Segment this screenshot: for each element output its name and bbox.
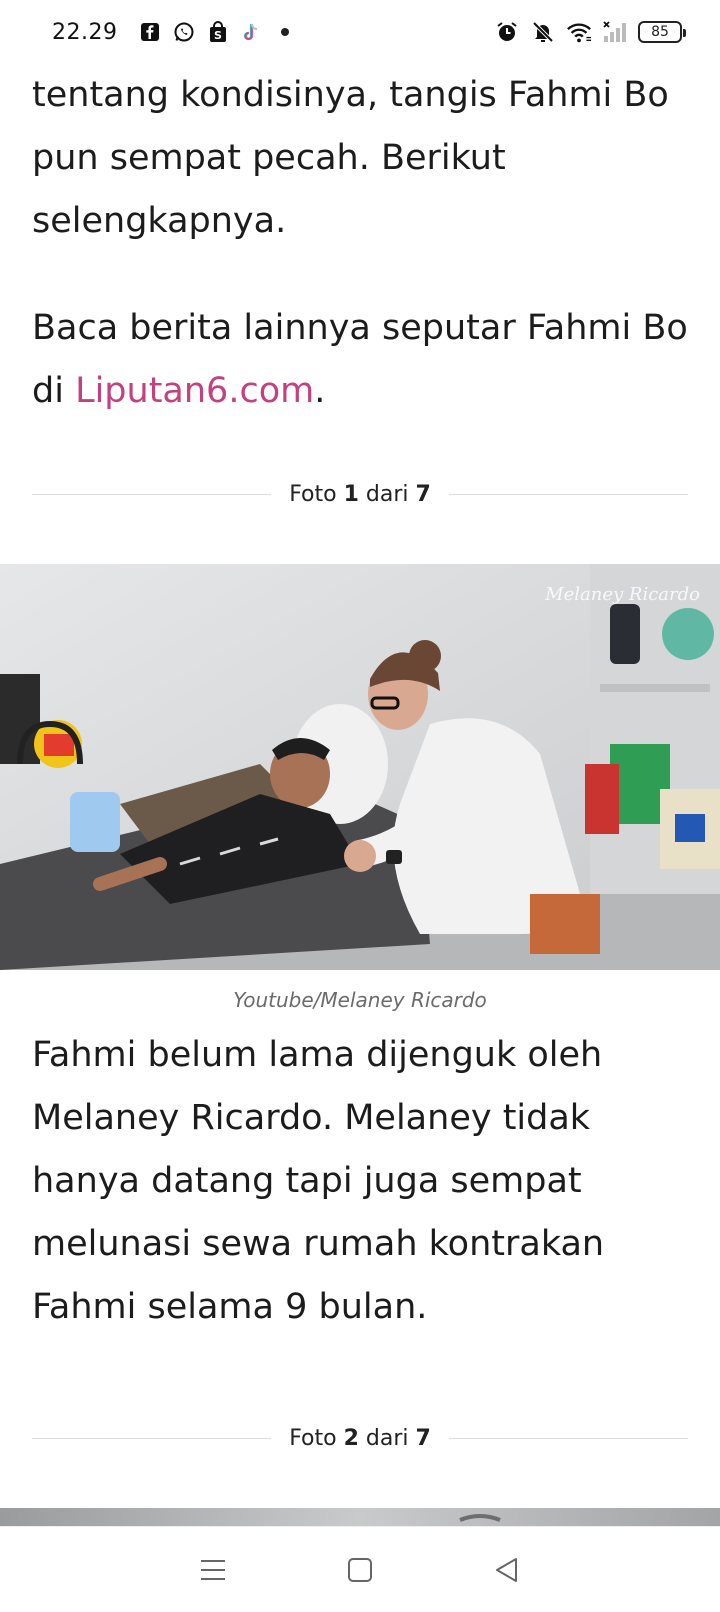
article-paragraph-1: tentang kondisinya, tangis Fahmi Bo pun … [32, 75, 669, 241]
photo-2-counter: Foto 2 dari 7 [271, 1426, 449, 1451]
photo-index: 1 [343, 482, 359, 507]
article-content: tentang kondisinya, tangis Fahmi Bo pun … [0, 64, 720, 1548]
status-time: 22.29 [52, 19, 118, 45]
photo-label-mid: dari [358, 1426, 416, 1451]
divider-line-left [32, 494, 272, 495]
photo-1-counter: Foto 1 dari 7 [271, 482, 449, 507]
photo-total: 7 [415, 1426, 431, 1451]
photo-watermark: Melaney Ricardo [544, 584, 700, 605]
home-icon[interactable] [336, 1546, 384, 1594]
mute-icon [530, 19, 556, 45]
photo-label-prefix: Foto [289, 1426, 344, 1451]
facebook-icon [139, 21, 161, 43]
svg-text:S: S [215, 29, 223, 42]
whatsapp-icon [173, 21, 195, 43]
battery-indicator: 85 [638, 21, 686, 43]
liputan6-link[interactable]: Liputan6.com [75, 371, 314, 411]
status-bar: 22.29 S 85 [0, 0, 720, 64]
tiktok-icon [241, 21, 263, 43]
wifi-icon [566, 19, 592, 45]
divider-line-left [32, 1438, 272, 1439]
photo-1-caption: Youtube/Melaney Ricardo [233, 988, 487, 1012]
more-notifications-dot [281, 28, 290, 36]
signal-icon [602, 19, 628, 45]
back-icon[interactable] [483, 1546, 531, 1594]
alarm-icon [494, 19, 520, 45]
article-photo-1[interactable]: Melaney Ricardo [0, 564, 720, 970]
photo-label-prefix: Foto [289, 482, 344, 507]
photo-label-mid: dari [358, 482, 416, 507]
paragraph-2-end: . [314, 371, 326, 411]
notification-icons: S [139, 21, 290, 43]
article-paragraph-2: Baca berita lainnya seputar Fahmi Bo di … [0, 297, 720, 423]
article-paragraph-3: Fahmi belum lama dijenguk oleh Melaney R… [32, 1035, 605, 1327]
menu-icon[interactable] [189, 1546, 237, 1594]
photo-index: 2 [343, 1426, 359, 1451]
navigation-bar [0, 1526, 720, 1612]
divider-line-right [448, 494, 689, 495]
divider-line-right [448, 1438, 689, 1439]
photo-1-illustration: Melaney Ricardo [0, 564, 720, 970]
photo-total: 7 [415, 482, 431, 507]
photo-1-divider: Foto 1 dari 7 [0, 482, 720, 507]
system-icons: 85 [494, 19, 686, 45]
photo-2-divider: Foto 2 dari 7 [0, 1426, 720, 1451]
shopping-bag-icon: S [207, 21, 229, 43]
